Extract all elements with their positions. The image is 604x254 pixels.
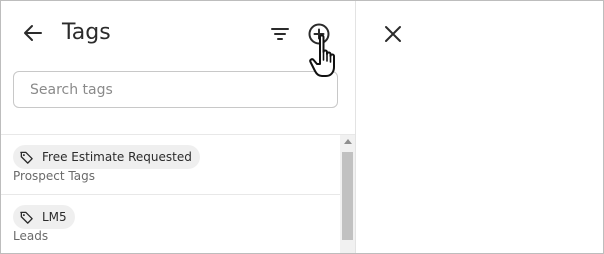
scrollbar-thumb[interactable]: [342, 152, 353, 240]
tag-list-item[interactable]: LM5 Leads: [1, 195, 340, 253]
tag-icon: [20, 151, 33, 164]
search-box: [13, 71, 338, 108]
tag-chip: Free Estimate Requested: [13, 145, 200, 169]
filter-button[interactable]: [267, 21, 293, 47]
tag-list-item[interactable]: Free Estimate Requested Prospect Tags: [1, 135, 340, 195]
app-window: Tags Free Estimate: [0, 0, 604, 254]
page-title: Tags: [62, 20, 111, 45]
tag-list: Free Estimate Requested Prospect Tags LM…: [1, 135, 340, 253]
back-button[interactable]: [19, 19, 47, 47]
search-input[interactable]: [14, 72, 337, 107]
scrollbar[interactable]: [340, 135, 355, 253]
tags-panel: Tags Free Estimate: [1, 1, 356, 253]
tag-name: LM5: [42, 210, 67, 224]
tag-chip: LM5: [13, 205, 75, 229]
tag-icon: [20, 211, 33, 224]
filter-icon: [271, 28, 289, 40]
scroll-up-arrow-icon[interactable]: [344, 139, 352, 144]
tag-category: Leads: [13, 229, 49, 243]
arrow-left-icon: [24, 25, 42, 41]
tag-category: Prospect Tags: [13, 169, 95, 183]
detail-panel: [356, 1, 603, 253]
tag-name: Free Estimate Requested: [42, 150, 192, 164]
add-tag-button[interactable]: [305, 20, 333, 48]
close-icon: [385, 26, 401, 42]
close-button[interactable]: [380, 21, 406, 47]
plus-circle-icon: [308, 23, 330, 45]
